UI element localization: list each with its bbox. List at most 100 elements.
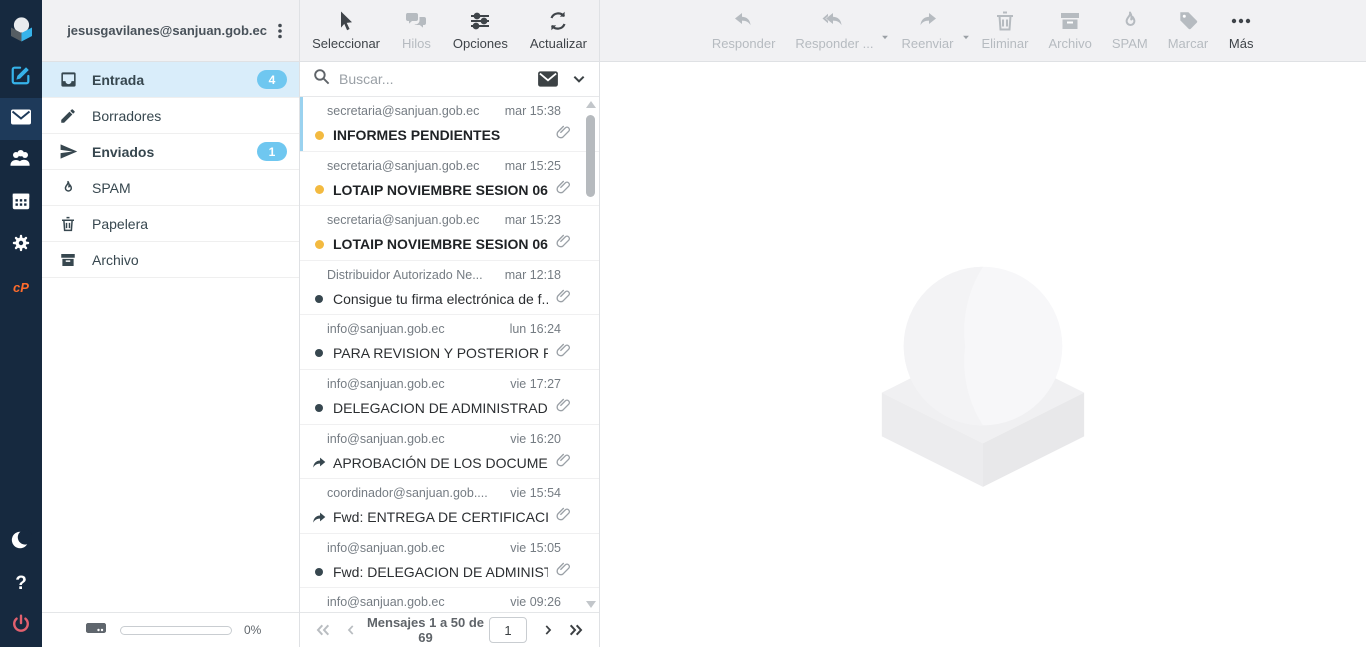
button-label: Eliminar: [982, 36, 1029, 51]
folder-enviados[interactable]: Enviados 1: [42, 134, 299, 170]
message-date: mar 15:38: [505, 104, 573, 118]
contacts-icon: [8, 146, 34, 177]
page-number-input[interactable]: [489, 617, 527, 643]
reply-all-button[interactable]: Responder ...: [795, 9, 873, 51]
quota-bar: [120, 626, 232, 635]
flame-icon: [58, 178, 78, 198]
message-date: vie 09:26: [510, 595, 573, 609]
mark-button[interactable]: Marcar: [1168, 9, 1208, 51]
search-input[interactable]: [339, 71, 527, 87]
message-subject: Fwd: ENTREGA DE CERTIFICACIÓ...: [333, 509, 548, 525]
refresh-button[interactable]: Actualizar: [530, 9, 587, 51]
message-sender: info@sanjuan.gob.ec: [327, 432, 502, 446]
button-label: Hilos: [402, 36, 431, 51]
folder-borradores[interactable]: Borradores: [42, 98, 299, 134]
account-email: jesusgavilanes@sanjuan.gob.ec: [67, 23, 267, 38]
button-label: Archivo: [1048, 36, 1091, 51]
moon-icon: [10, 529, 32, 556]
list-scrollbar[interactable]: [585, 99, 597, 610]
rail-compose-button[interactable]: [0, 56, 42, 98]
rail-contacts-button[interactable]: [0, 140, 42, 182]
unread-badge: 4: [257, 70, 287, 89]
message-row[interactable]: info@sanjuan.gob.eclun 16:24PARA REVISIO…: [300, 315, 599, 370]
rail-cpanel-button[interactable]: cP: [0, 266, 42, 308]
last-page-button[interactable]: [563, 620, 589, 640]
account-menu-button[interactable]: [267, 18, 293, 44]
send-icon: [58, 142, 78, 162]
quota-indicator: 0%: [42, 612, 299, 647]
rail-mail-button[interactable]: [0, 98, 42, 140]
reply-all-menu-caret[interactable]: [879, 29, 891, 47]
scroll-up-arrow[interactable]: [586, 101, 596, 108]
select-button[interactable]: Seleccionar: [312, 9, 380, 51]
cpanel-icon: cP: [13, 280, 29, 295]
message-sender: info@sanjuan.gob.ec: [327, 541, 502, 555]
message-row[interactable]: secretaria@sanjuan.gob.ecmar 15:25LOTAIP…: [300, 152, 599, 207]
button-label: Reenviar: [901, 36, 953, 51]
rail-calendar-button[interactable]: [0, 182, 42, 224]
reply-all-icon: [820, 9, 848, 33]
message-row[interactable]: secretaria@sanjuan.gob.ecmar 15:23LOTAIP…: [300, 206, 599, 261]
unread-dot-icon: [315, 185, 324, 194]
forward-button[interactable]: Reenviar: [901, 9, 953, 51]
next-page-button[interactable]: [537, 620, 559, 640]
spam-button[interactable]: SPAM: [1112, 9, 1148, 51]
folder-spam[interactable]: SPAM: [42, 170, 299, 206]
reply-button[interactable]: Responder: [712, 9, 776, 51]
message-row[interactable]: secretaria@sanjuan.gob.ecmar 15:38INFORM…: [300, 97, 599, 152]
threads-icon: [404, 9, 428, 33]
attachment-icon: [555, 397, 572, 414]
message-row[interactable]: info@sanjuan.gob.ecvie 09:26: [300, 588, 599, 612]
folder-label: Borradores: [92, 108, 287, 124]
attachment-icon: [555, 179, 572, 196]
message-row[interactable]: Distribuidor Autorizado Ne...mar 12:18Co…: [300, 261, 599, 316]
threads-button[interactable]: Hilos: [402, 9, 431, 51]
kebab-icon: [273, 22, 287, 40]
folder-papelera[interactable]: Papelera: [42, 206, 299, 242]
prev-page-button[interactable]: [340, 620, 362, 640]
message-subject: Consigue tu firma electrónica de f...: [333, 291, 548, 307]
flame-icon: [1118, 9, 1142, 33]
message-subject: APROBACIÓN DE LOS DOCUMEN...: [333, 455, 548, 471]
folder-label: Entrada: [92, 72, 243, 88]
empty-message-area: [600, 62, 1366, 647]
message-date: mar 15:25: [505, 159, 573, 173]
message-row[interactable]: info@sanjuan.gob.ecvie 17:27DELEGACION D…: [300, 370, 599, 425]
rail-logout-button[interactable]: [0, 605, 42, 647]
delete-button[interactable]: Eliminar: [982, 9, 1029, 51]
attachment-icon: [555, 561, 572, 578]
rail-darkmode-button[interactable]: [0, 521, 42, 563]
message-row[interactable]: info@sanjuan.gob.ecvie 15:05Fwd: DELEGAC…: [300, 534, 599, 589]
roundcube-logo[interactable]: [0, 0, 42, 56]
webmail-app: cP ? jesusgavilanes@sanjuan.gob.ec: [0, 0, 1366, 647]
message-row[interactable]: coordinador@sanjuan.gob....vie 15:54Fwd:…: [300, 479, 599, 534]
search-scope-button[interactable]: [535, 68, 561, 90]
read-dot-icon: [315, 295, 323, 303]
scrollbar-thumb[interactable]: [586, 115, 595, 197]
message-toolbar: Responder Responder ... Reenviar: [600, 0, 1366, 62]
logo-icon: [8, 15, 35, 42]
archive-button[interactable]: Archivo: [1048, 9, 1091, 51]
message-row[interactable]: info@sanjuan.gob.ecvie 16:20APROBACIÓN D…: [300, 425, 599, 480]
message-content-panel: Responder Responder ... Reenviar: [600, 0, 1366, 647]
button-label: Responder: [712, 36, 776, 51]
message-date: vie 15:54: [510, 486, 573, 500]
scroll-down-arrow[interactable]: [586, 601, 596, 608]
sliders-icon: [468, 9, 492, 33]
options-button[interactable]: Opciones: [453, 9, 508, 51]
folder-archivo[interactable]: Archivo: [42, 242, 299, 278]
rail-settings-button[interactable]: [0, 224, 42, 266]
first-page-button[interactable]: [310, 620, 336, 640]
forward-menu-caret[interactable]: [960, 29, 972, 47]
message-subject: DELEGACION DE ADMINISTRADO...: [333, 400, 548, 416]
rail-help-button[interactable]: ?: [0, 563, 42, 605]
folder-label: Archivo: [92, 252, 287, 268]
message-subject: LOTAIP NOVIEMBRE SESION 061: [333, 236, 548, 252]
search-options-button[interactable]: [569, 69, 589, 89]
message-list: secretaria@sanjuan.gob.ecmar 15:38INFORM…: [300, 97, 599, 612]
more-button[interactable]: Más: [1228, 9, 1254, 51]
roundcube-watermark-logo: [864, 219, 1102, 491]
folder-entrada[interactable]: Entrada 4: [42, 62, 299, 98]
rail-spacer: [0, 308, 42, 521]
double-chevron-left-icon: [314, 622, 332, 638]
